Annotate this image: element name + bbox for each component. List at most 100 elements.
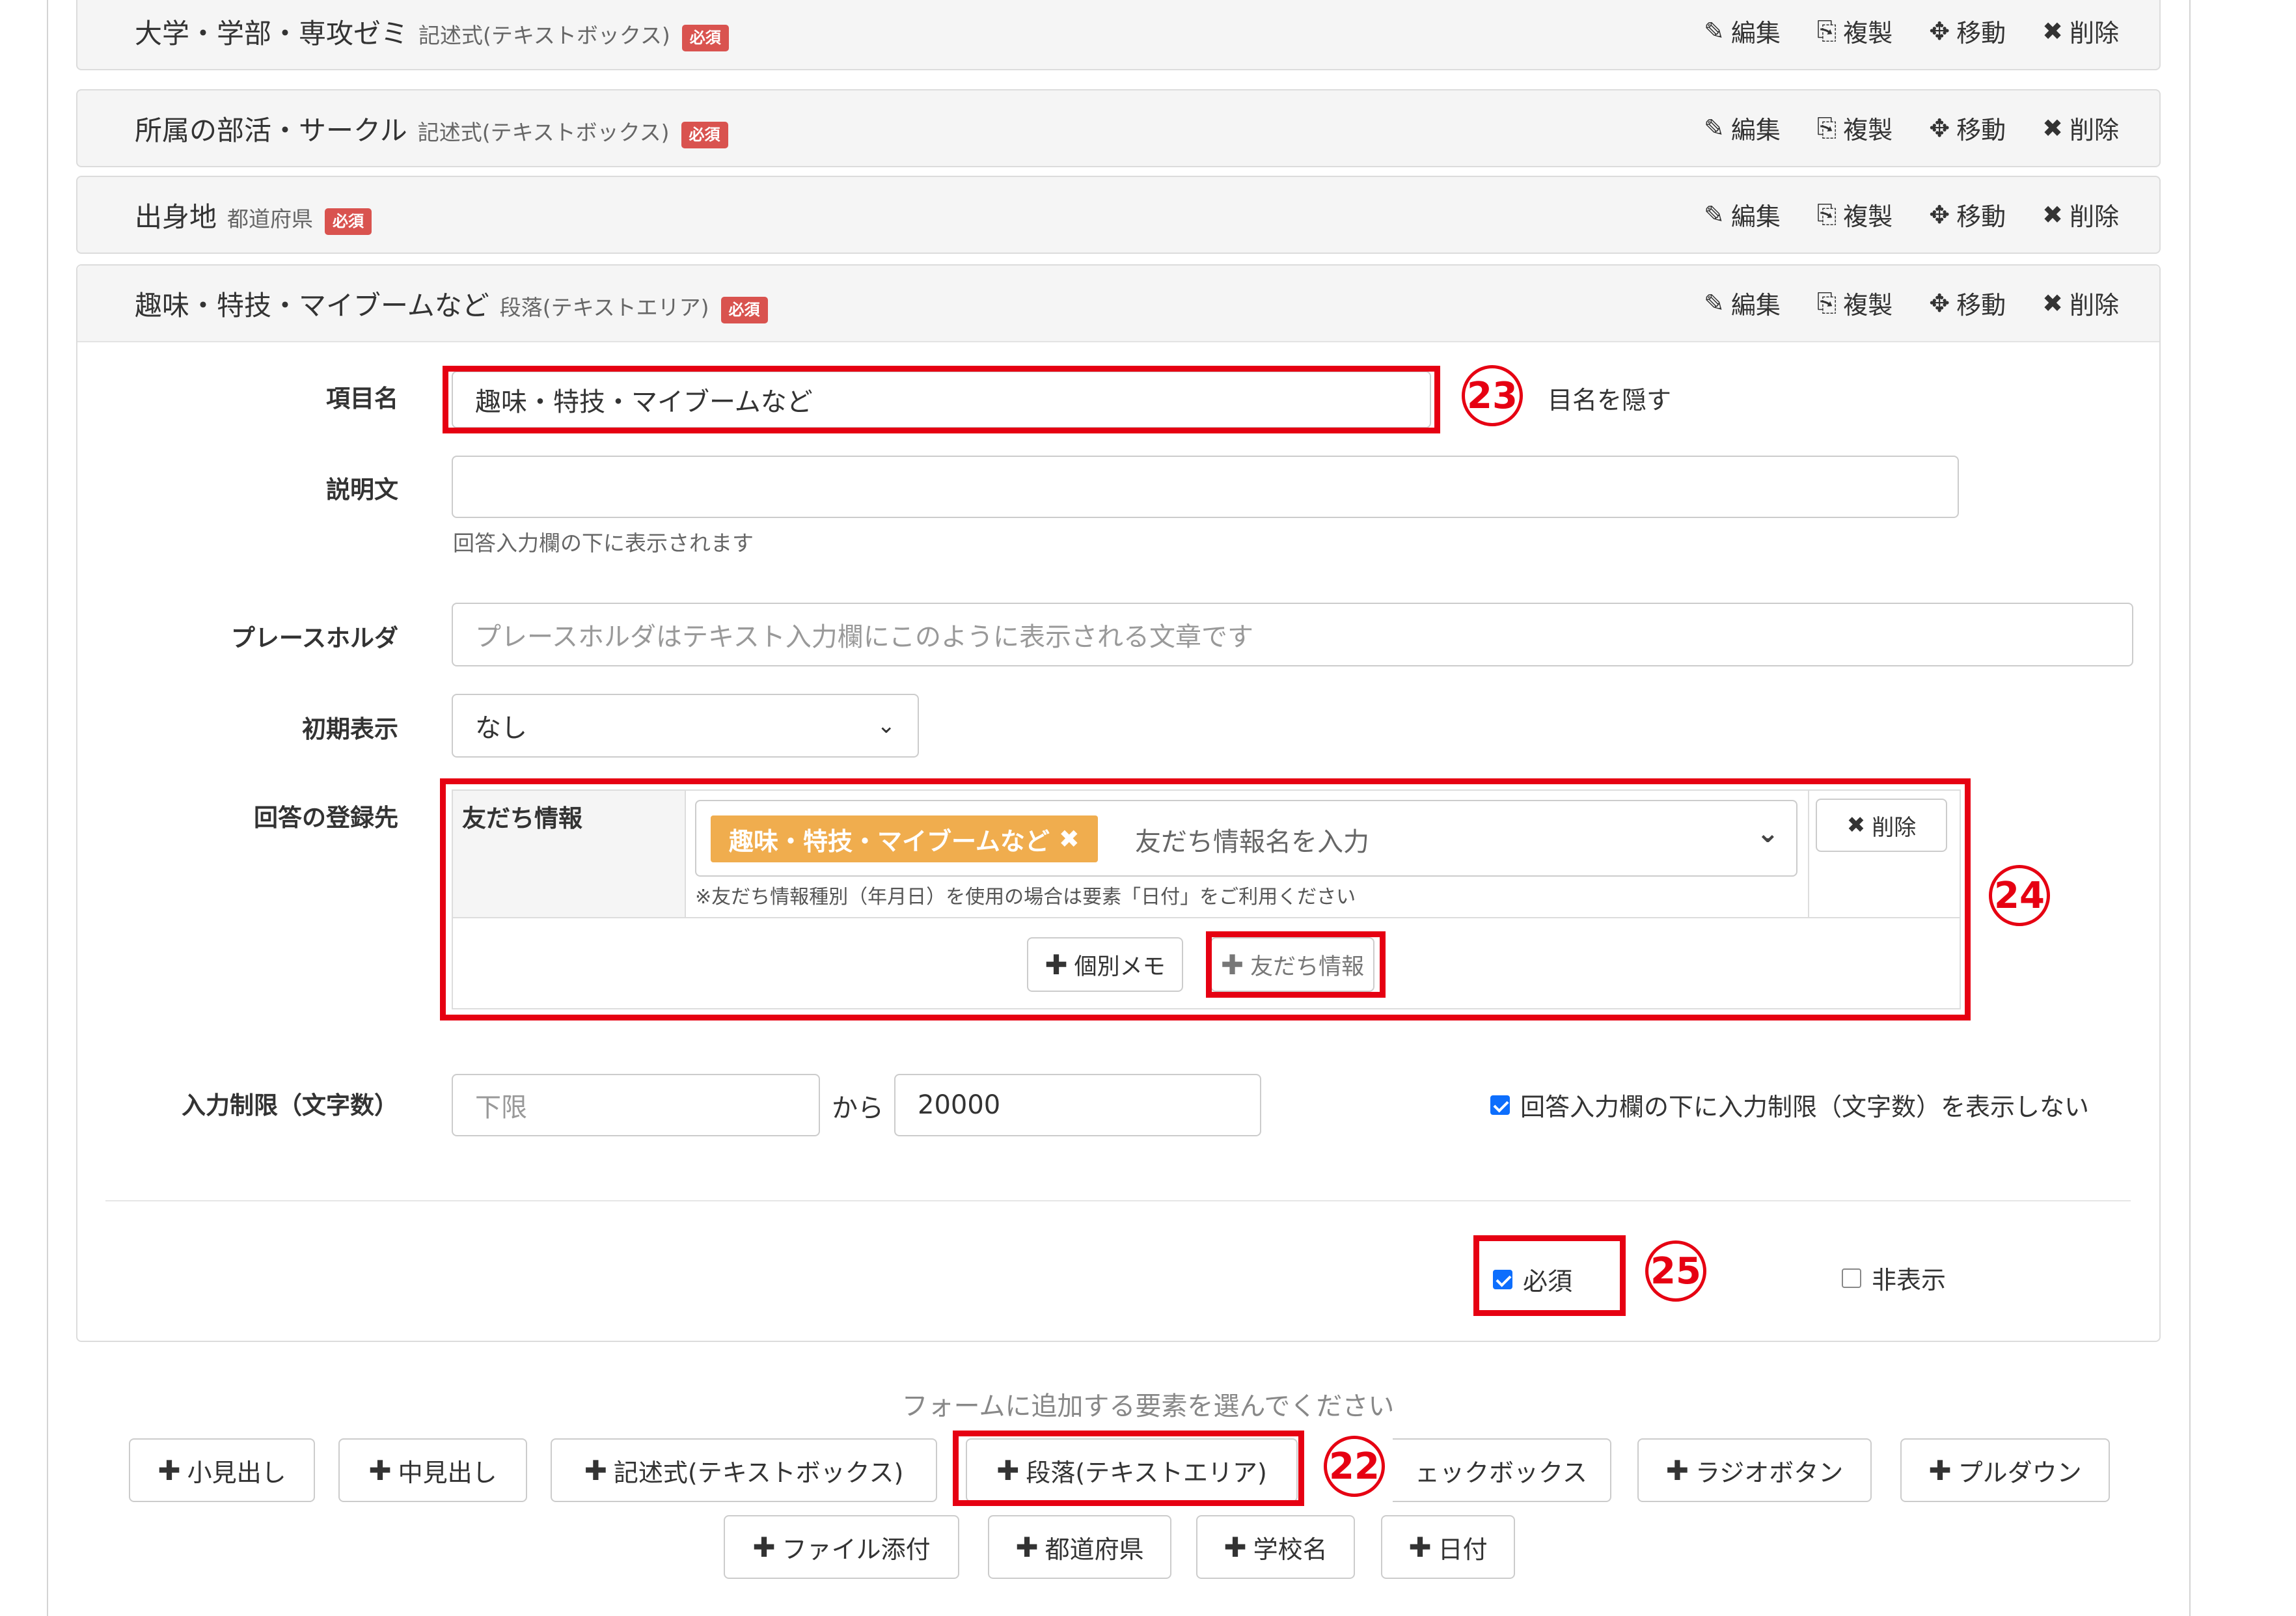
item-name-label: 項目名 [326, 385, 398, 413]
move-button[interactable]: ✥ 移動 [1929, 197, 2006, 232]
close-icon: ✖ [2042, 16, 2063, 46]
plus-icon: ✚ [1665, 1454, 1689, 1486]
initial-display-select[interactable]: なし ⌄ [452, 694, 919, 758]
row-actions: ✎ 編集 ⎘ 複製 ✥ 移動 ✖ 削除 [1704, 197, 2119, 232]
plus-icon: ✚ [1223, 1531, 1247, 1563]
plus-icon: ✚ [1928, 1454, 1952, 1486]
move-button[interactable]: ✥ 移動 [1929, 110, 2006, 146]
description-help: 回答入力欄の下に表示されます [453, 530, 754, 556]
pencil-icon: ✎ [1704, 288, 1725, 318]
edit-button[interactable]: ✎ 編集 [1704, 285, 1781, 321]
add-radio-button[interactable]: ✚ ラジオボタン [1637, 1438, 1872, 1502]
annotation-box-friend-info [1206, 931, 1386, 998]
limit-min-input[interactable]: 下限 [452, 1074, 820, 1136]
copy-button[interactable]: ⎘ 複製 [1817, 285, 1893, 321]
close-icon: ✖ [2042, 113, 2063, 143]
hide-limit-option[interactable]: 回答入力欄の下に入力制限（文字数）を表示しない [1490, 1087, 2089, 1123]
hide-limit-label: 回答入力欄の下に入力制限（文字数）を表示しない [1520, 1093, 2090, 1121]
copy-button[interactable]: ⎘ 複製 [1817, 110, 1893, 146]
hidden-option[interactable]: 非表示 [1842, 1260, 1946, 1296]
add-small-heading-button[interactable]: ✚ 小見出し [129, 1438, 315, 1502]
plus-icon: ✚ [1015, 1531, 1039, 1563]
row-actions: ✎ 編集 ⎘ 複製 ✥ 移動 ✖ 削除 [1704, 13, 2119, 49]
divider [105, 1200, 2131, 1201]
initial-display-label: 初期表示 [302, 715, 398, 743]
placeholder-input[interactable]: プレースホルダはテキスト入力欄にこのように表示される文章です [452, 603, 2133, 666]
form-item-row: 大学・学部・専攻ゼミ 記述式(テキストボックス) 必須 ✎ 編集 ⎘ 複製 ✥ 移動 ✖ 削… [76, 0, 2161, 70]
move-icon: ✥ [1929, 113, 1950, 143]
placeholder-label: プレースホルダ [230, 624, 398, 652]
required-badge: 必須 [720, 297, 768, 323]
chevron-down-icon: ⌄ [877, 713, 896, 739]
pencil-icon: ✎ [1704, 200, 1725, 229]
limit-max-input[interactable]: 20000 [894, 1074, 1261, 1136]
annotation-box-24 [440, 778, 1971, 1020]
initial-display-value: なし [475, 713, 527, 743]
delete-button[interactable]: ✖ 削除 [2042, 13, 2119, 49]
annotation-box-22 [953, 1431, 1304, 1506]
item-type: 記述式(テキストボックス) [418, 23, 670, 48]
annotation-number-24: 24 [1989, 865, 2050, 926]
required-option[interactable]: 必須 [1493, 1261, 1572, 1297]
delete-button[interactable]: ✖ 削除 [2042, 197, 2119, 232]
register-destination-label: 回答の登録先 [254, 804, 398, 832]
hide-limit-checkbox[interactable] [1490, 1095, 1510, 1115]
required-badge: 必須 [325, 208, 372, 235]
required-checkbox[interactable] [1493, 1269, 1512, 1289]
edit-button[interactable]: ✎ 編集 [1704, 197, 1781, 232]
form-item-row: 出身地 都道府県 必須 ✎ 編集 ⎘ 複製 ✥ 移動 ✖ 削除 [76, 176, 2161, 254]
pencil-icon: ✎ [1704, 113, 1725, 143]
add-file-button[interactable]: ✚ ファイル添付 [724, 1515, 959, 1579]
edit-button[interactable]: ✎ 編集 [1704, 110, 1781, 146]
annotation-box-23 [443, 366, 1440, 433]
add-pulldown-button[interactable]: ✚ プルダウン [1900, 1438, 2110, 1502]
limit-from-label: から [832, 1093, 884, 1123]
annotation-number-22: 22 [1324, 1436, 1385, 1497]
required-label: 必須 [1523, 1267, 1573, 1296]
move-icon: ✥ [1929, 16, 1950, 46]
plus-icon: ✚ [1408, 1531, 1432, 1563]
delete-button[interactable]: ✖ 削除 [2042, 285, 2119, 321]
copy-button[interactable]: ⎘ 複製 [1817, 13, 1893, 49]
add-medium-heading-button[interactable]: ✚ 中見出し [338, 1438, 527, 1502]
add-prefecture-button[interactable]: ✚ 都道府県 [988, 1515, 1171, 1579]
row-actions: ✎ 編集 ⎘ 複製 ✥ 移動 ✖ 削除 [1704, 285, 2119, 321]
hide-item-name-label[interactable]: 目名を隠す [1548, 380, 1671, 416]
move-icon: ✥ [1929, 200, 1950, 229]
item-type: 記述式(テキストボックス) [417, 120, 670, 145]
required-badge: 必須 [681, 25, 729, 51]
plus-icon: ✚ [368, 1454, 392, 1486]
item-type: 都道府県 [227, 206, 314, 232]
close-icon: ✖ [2042, 288, 2063, 318]
required-badge: 必須 [681, 122, 728, 148]
add-date-button[interactable]: ✚ 日付 [1381, 1515, 1515, 1579]
row-actions: ✎ 編集 ⎘ 複製 ✥ 移動 ✖ 削除 [1704, 110, 2119, 146]
add-school-button[interactable]: ✚ 学校名 [1196, 1515, 1355, 1579]
description-label: 説明文 [326, 476, 398, 504]
move-icon: ✥ [1929, 288, 1950, 318]
item-type: 段落(テキストエリア) [499, 295, 709, 320]
description-input[interactable] [452, 456, 1959, 518]
copy-icon: ⎘ [1816, 288, 1837, 317]
copy-icon: ⎘ [1816, 113, 1837, 142]
item-title: 大学・学部・専攻ゼミ [135, 18, 409, 49]
delete-button[interactable]: ✖ 削除 [2042, 110, 2119, 146]
edit-panel-header: 趣味・特技・マイブームなど 段落(テキストエリア) 必須 ✎ 編集 ⎘ 複製 ✥ 移動… [77, 266, 2159, 342]
close-icon: ✖ [2042, 200, 2063, 229]
hidden-label: 非表示 [1872, 1266, 1947, 1294]
move-button[interactable]: ✥ 移動 [1929, 13, 2006, 49]
move-button[interactable]: ✥ 移動 [1929, 285, 2006, 321]
edit-button[interactable]: ✎ 編集 [1704, 13, 1781, 49]
plus-icon: ✚ [752, 1531, 776, 1563]
item-title: 所属の部活・サークル [135, 115, 407, 146]
copy-button[interactable]: ⎘ 複製 [1817, 197, 1893, 232]
pencil-icon: ✎ [1704, 16, 1725, 46]
item-title: 出身地 [135, 201, 217, 233]
add-checkbox-button[interactable]: ェックボックス [1393, 1438, 1611, 1502]
item-title: 趣味・特技・マイブームなど [135, 290, 489, 322]
copy-icon: ⎘ [1816, 16, 1837, 45]
copy-icon: ⎘ [1816, 200, 1837, 228]
hidden-checkbox[interactable] [1842, 1268, 1861, 1288]
add-textbox-button[interactable]: ✚ 記述式(テキストボックス) [551, 1438, 937, 1502]
plus-icon: ✚ [157, 1454, 181, 1486]
